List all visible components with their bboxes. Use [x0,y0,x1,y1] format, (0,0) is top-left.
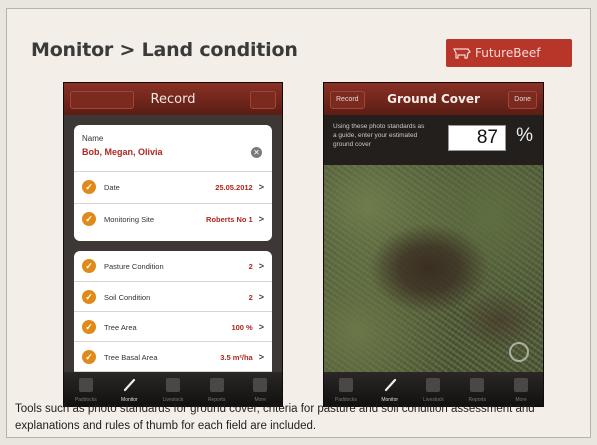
name-field[interactable]: Bob, Megan, Olivia [82,147,163,157]
row-label: Tree Area [104,322,137,332]
chevron-right-icon: > [258,292,264,302]
slide-title: Monitor > Land condition [31,39,298,61]
logo-text: FutureBeef [475,46,541,60]
record-screen: Record Name Bob, Megan, Olivia ✕ ✓ Date … [63,82,283,407]
chevron-right-icon: > [258,182,264,192]
nav-right-button[interactable] [250,91,276,109]
check-icon: ✓ [82,259,96,273]
row-label: Pasture Condition [104,261,164,271]
reports-icon [470,378,485,392]
row-value: 3.5 m²/ha [220,352,253,362]
row-label: Tree Basal Area [104,352,158,362]
row-label: Soil Condition [104,292,151,302]
record-form: Name Bob, Megan, Olivia ✕ ✓ Date 25.05.2… [64,115,282,391]
row-tree-basal-area[interactable]: ✓ Tree Basal Area 3.5 m²/ha > [74,341,272,372]
pencil-icon [124,378,136,392]
ground-cover-input-panel: Using these photo standards as a guide, … [324,115,543,165]
row-date[interactable]: ✓ Date 25.05.2012 > [74,171,272,202]
slide-caption: Tools such as photo standards for ground… [15,403,535,432]
row-value: 100 % [231,322,253,332]
record-card-general: Name Bob, Megan, Olivia ✕ ✓ Date 25.05.2… [74,125,272,241]
row-tree-area[interactable]: ✓ Tree Area 100 % > [74,311,272,342]
check-icon: ✓ [82,350,96,364]
chevron-right-icon: > [258,352,264,362]
row-pasture-condition[interactable]: ✓ Pasture Condition 2 > [74,251,272,281]
house-icon [338,378,353,392]
percent-sign: % [516,125,533,146]
slide: Monitor > Land condition FutureBeef Reco… [6,8,591,438]
row-label: Date [104,182,120,192]
futurebeef-logo: FutureBeef [446,39,572,67]
row-soil-condition[interactable]: ✓ Soil Condition 2 > [74,281,272,312]
cow-logo-icon [453,48,471,59]
check-icon: ✓ [82,180,96,194]
check-icon: ✓ [82,212,96,226]
pencil-icon [384,378,396,392]
clear-icon[interactable]: ✕ [251,147,262,158]
more-icon [514,378,529,392]
record-nav-bar: Record [64,83,282,115]
check-icon: ✓ [82,320,96,334]
record-title: Record [150,91,196,107]
reports-icon [209,378,224,392]
row-value: 2 [248,292,253,302]
instruction-text: Using these photo standards as a guide, … [333,123,425,148]
row-label: Monitoring Site [104,214,155,224]
chevron-right-icon: > [258,322,264,332]
done-button[interactable]: Done [508,91,537,109]
row-value: 25.05.2012 [215,182,253,192]
ground-cover-nav-bar: Record Ground Cover Done [324,83,543,115]
nav-back-button[interactable] [70,91,134,109]
house-icon [78,378,93,392]
record-card-condition: ✓ Pasture Condition 2 > ✓ Soil Condition… [74,251,272,391]
name-label: Name [82,134,104,143]
ground-cover-percent-input[interactable]: 87 [448,125,506,151]
livestock-icon [426,378,441,392]
row-value: 2 [248,261,253,271]
row-monitoring-site[interactable]: ✓ Monitoring Site Roberts No 1 > [74,203,272,234]
row-value: Roberts No 1 [206,214,253,224]
ground-cover-screen: Record Ground Cover Done Using these pho… [323,82,544,407]
chevron-right-icon: > [258,261,264,271]
livestock-icon [165,378,180,392]
more-icon [253,378,268,392]
ground-cover-title: Ground Cover [387,92,480,106]
ground-cover-photo [324,165,543,372]
check-icon: ✓ [82,290,96,304]
record-back-button[interactable]: Record [330,91,365,109]
camera-icon[interactable] [509,342,529,362]
chevron-right-icon: > [258,214,264,224]
